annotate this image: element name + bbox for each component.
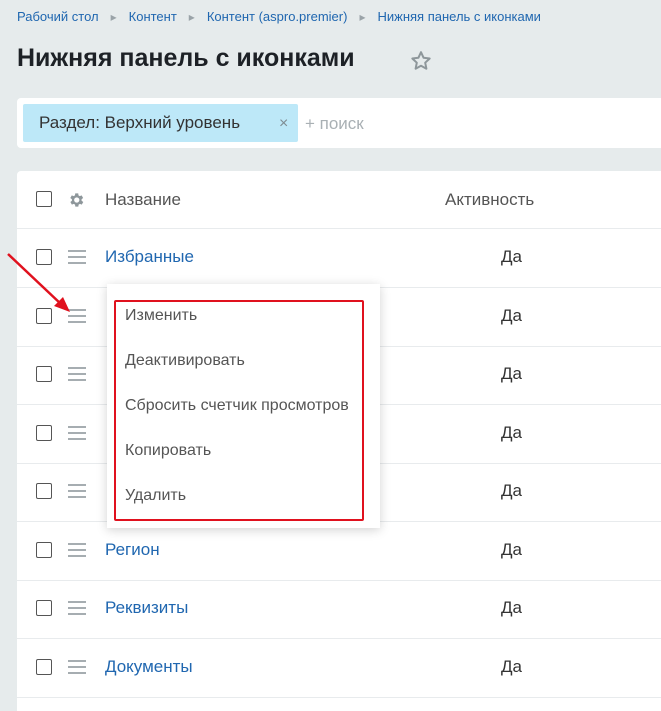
menu-item-copy[interactable]: Копировать [125,442,211,460]
column-header-name[interactable]: Название [105,190,181,210]
row-active-value: Да [501,481,522,500]
breadcrumb-content[interactable]: Контент [129,9,177,24]
row-name-link[interactable]: Избранные [105,247,194,267]
row-name-link[interactable]: Регион [105,540,160,560]
row-checkbox[interactable] [36,600,52,616]
breadcrumb-separator-icon: ▸ [359,9,366,24]
row-menu-icon[interactable] [68,367,86,381]
filter-chip-label: Раздел: Верхний уровень [39,113,241,132]
row-active-value: Да [501,657,522,676]
row-active-value: Да [501,540,522,559]
row-active-value: Да [501,364,522,383]
breadcrumb-current[interactable]: Нижняя панель с иконками [377,9,540,24]
search-input[interactable]: + поиск [305,114,364,134]
row-name-link[interactable]: Реквизиты [105,598,188,618]
row-active-value: Да [501,306,522,325]
breadcrumb-desktop[interactable]: Рабочий стол [17,9,99,24]
annotation-arrow-icon [7,253,70,312]
row-name-link[interactable]: Документы [105,657,193,677]
breadcrumb-separator-icon: ▸ [188,9,195,24]
table-row: Избранные Да [17,229,661,288]
breadcrumb-separator-icon: ▸ [110,9,117,24]
row-checkbox[interactable] [36,542,52,558]
row-menu-icon[interactable] [68,426,86,440]
star-icon[interactable] [409,49,433,73]
row-checkbox[interactable] [36,425,52,441]
row-active-value: Да [501,598,522,617]
row-menu-icon[interactable] [68,601,86,615]
row-active-value: Да [501,423,522,442]
page-title: Нижняя панель с иконками [17,44,355,72]
gear-icon[interactable] [67,191,85,209]
row-active-value: Да [501,247,522,266]
menu-item-edit[interactable]: Изменить [125,307,197,325]
menu-item-deactivate[interactable]: Деактивировать [125,352,245,370]
row-checkbox[interactable] [36,366,52,382]
menu-item-reset-views[interactable]: Сбросить счетчик просмотров [125,397,349,415]
table-header: Название Активность [17,171,661,229]
filter-bar: Раздел: Верхний уровень × + поиск [17,98,661,148]
filter-chip[interactable]: Раздел: Верхний уровень × [23,104,298,142]
row-context-menu: Изменить Деактивировать Сбросить счетчик… [107,284,380,528]
close-icon[interactable]: × [279,116,288,132]
row-menu-icon[interactable] [68,543,86,557]
column-header-active[interactable]: Активность [445,190,534,210]
breadcrumb: Рабочий стол ▸ Контент ▸ Контент (aspro.… [17,9,541,24]
menu-item-delete[interactable]: Удалить [125,487,186,505]
row-menu-icon[interactable] [68,660,86,674]
row-menu-icon[interactable] [68,484,86,498]
select-all-checkbox[interactable] [36,191,52,207]
row-checkbox[interactable] [36,483,52,499]
table-row: Регион Да [17,522,661,581]
table-row: Реквизиты Да [17,580,661,639]
table-row: Документы Да [17,639,661,698]
breadcrumb-content-aspro[interactable]: Контент (aspro.premier) [207,9,348,24]
row-checkbox[interactable] [36,659,52,675]
